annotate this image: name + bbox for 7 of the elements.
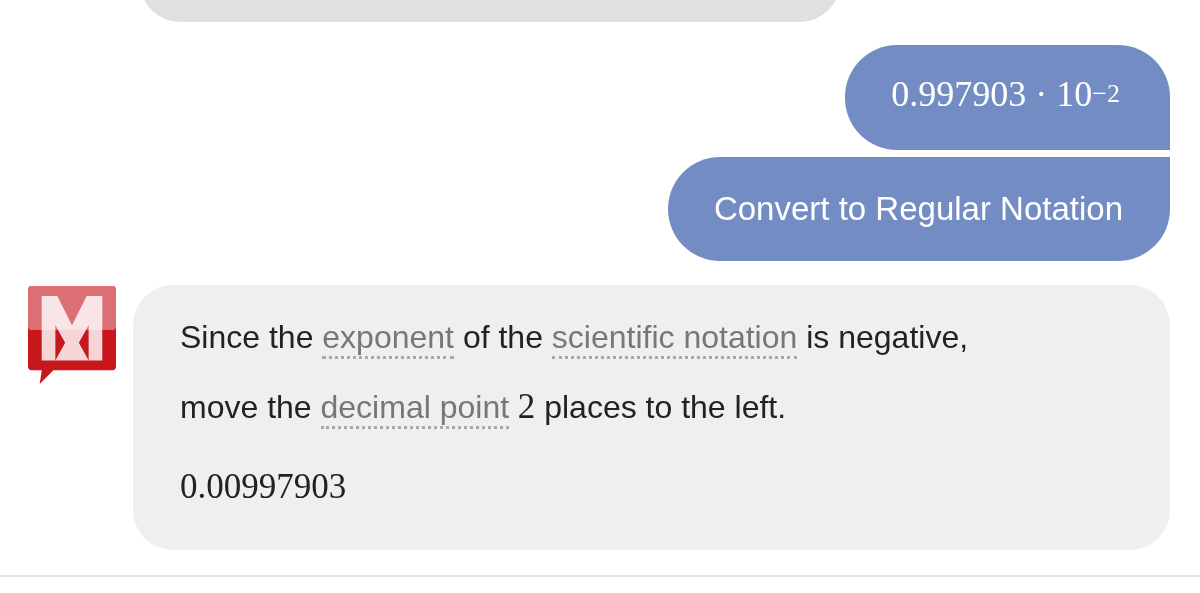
term-link[interactable]: exponent xyxy=(322,319,454,359)
explanation-text: Since the exponent of the scientific notation is negative, move the decimal point 2 places to the left. xyxy=(180,302,1150,442)
message-bubble: Convert to Regular Notation xyxy=(667,157,1170,261)
logo-icon xyxy=(28,285,116,385)
result-value: 0.00997903 xyxy=(180,466,348,508)
term-link[interactable]: decimal point xyxy=(320,389,510,429)
term-link[interactable]: scientific notation xyxy=(551,319,798,359)
